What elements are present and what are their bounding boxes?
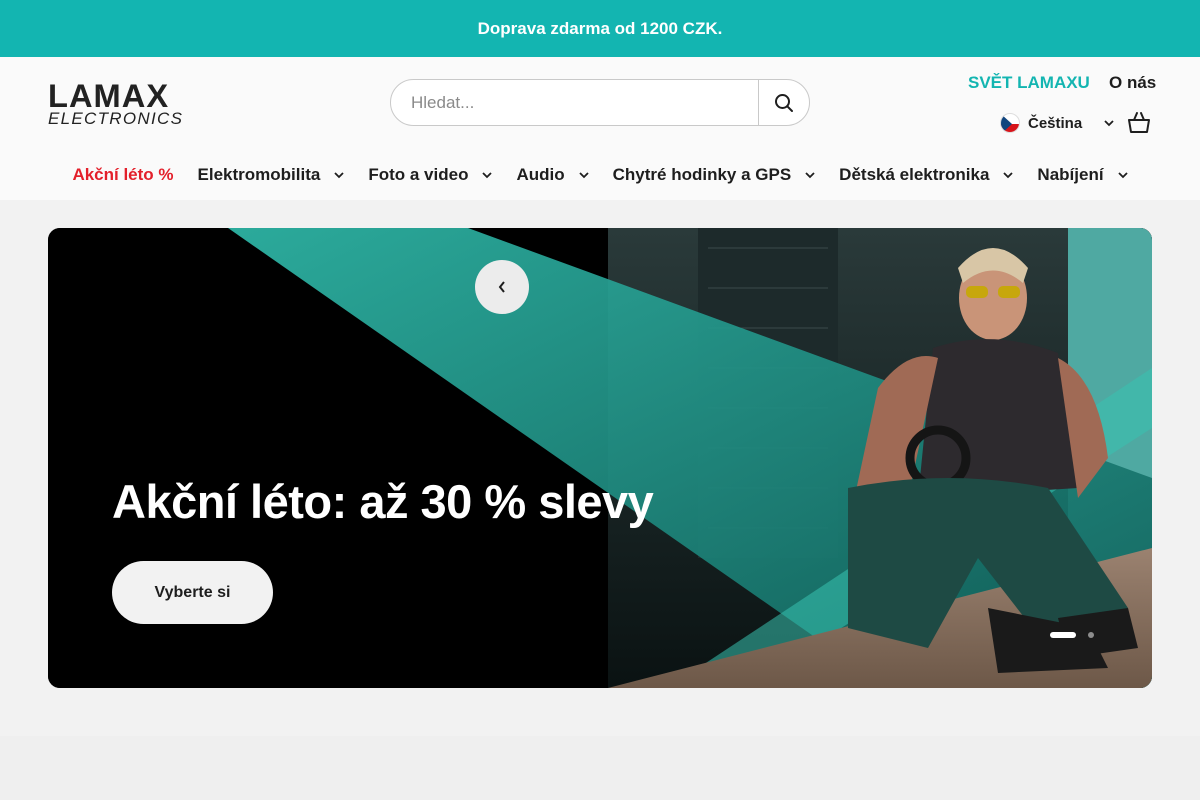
czech-flag-icon <box>1000 113 1020 133</box>
main-navigation: Akční léto % Elektromobilita Foto a vide… <box>0 160 1200 190</box>
nav-item-foto-video[interactable]: Foto a video <box>368 165 493 185</box>
nav-item-smartwatch-gps[interactable]: Chytré hodinky a GPS <box>613 165 816 185</box>
nav-item-label: Akční léto % <box>72 165 174 184</box>
search-form <box>390 79 810 126</box>
chevron-down-icon <box>578 171 589 178</box>
chevron-down-icon <box>334 171 344 178</box>
hero-cta-button[interactable]: Vyberte si <box>112 561 273 624</box>
language-selector[interactable]: Čeština <box>1000 111 1114 135</box>
hero-title: Akční léto: až 30 % slevy <box>112 475 654 528</box>
search-input[interactable] <box>391 80 759 125</box>
chevron-down-icon <box>1003 171 1014 178</box>
slide-dot-1[interactable] <box>1050 632 1076 638</box>
slide-indicators <box>1050 632 1094 638</box>
nav-item-elektromobilita[interactable]: Elektromobilita <box>198 165 345 185</box>
chevron-down-icon <box>805 171 815 178</box>
nav-item-kids-electronics[interactable]: Dětská elektronika <box>839 165 1014 185</box>
nav-item-label: Foto a video <box>368 165 469 184</box>
previous-slide-button[interactable] <box>475 260 529 314</box>
nav-item-label: Dětská elektronika <box>839 165 990 184</box>
language-label: Čeština <box>1028 114 1083 132</box>
nav-item-label: Audio <box>516 165 565 184</box>
nav-item-label: Chytré hodinky a GPS <box>612 165 792 184</box>
nav-item-label: Elektromobilita <box>197 165 321 184</box>
logo-wordmark: LAMAX <box>48 78 170 114</box>
lamax-logo[interactable]: LAMAX ELECTRONICS <box>48 78 210 127</box>
nav-item-charging[interactable]: Nabíjení <box>1037 165 1128 185</box>
search-button[interactable] <box>758 80 809 125</box>
about-link[interactable]: O nás <box>1109 73 1156 93</box>
cart-icon <box>1128 112 1150 133</box>
hero-slideshow: Akční léto: až 30 % slevy Vyberte si <box>48 228 1152 688</box>
slide-dot-2[interactable] <box>1088 632 1094 638</box>
announcement-text: Doprava zdarma od 1200 CZK. <box>477 18 723 38</box>
announcement-bar: Doprava zdarma od 1200 CZK. <box>0 0 1200 57</box>
site-header: LAMAX ELECTRONICS SVĚT LAMAXU O nás Češt… <box>0 57 1200 200</box>
chevron-left-icon <box>498 281 505 293</box>
chevron-down-icon <box>1104 119 1114 126</box>
chevron-down-icon <box>1117 171 1128 178</box>
nav-item-summer-sale[interactable]: Akční léto % <box>72 165 173 185</box>
cart-button[interactable] <box>1126 110 1152 136</box>
nav-item-label: Nabíjení <box>1037 165 1104 184</box>
content-section-background <box>0 736 1200 800</box>
chevron-down-icon <box>482 171 493 178</box>
search-icon <box>775 93 793 112</box>
world-lamax-link[interactable]: SVĚT LAMAXU <box>968 73 1090 93</box>
nav-item-audio[interactable]: Audio <box>516 165 589 185</box>
